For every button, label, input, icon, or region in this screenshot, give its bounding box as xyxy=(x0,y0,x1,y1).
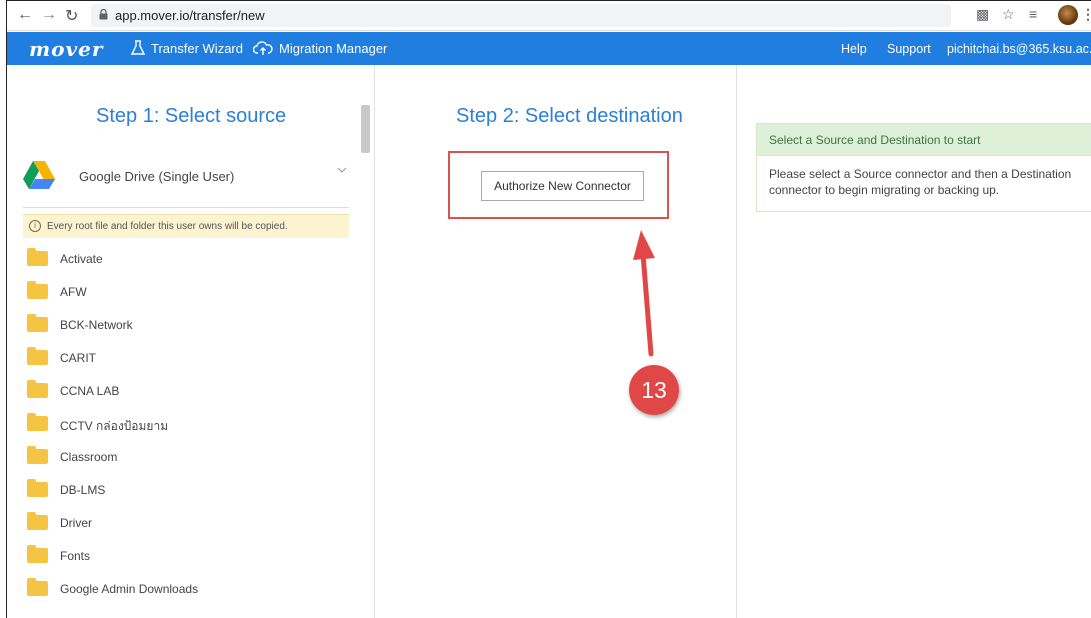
folder-item[interactable]: Classroom xyxy=(23,442,349,475)
folder-item[interactable]: CCTV กล่องป้อมยาม xyxy=(23,409,349,442)
source-connector-label: Google Drive (Single User) xyxy=(79,169,235,184)
folder-item[interactable]: Driver xyxy=(23,508,349,541)
folder-item[interactable]: DB-LMS xyxy=(23,475,349,508)
folder-item[interactable]: CARIT xyxy=(23,343,349,376)
folder-name: DB-LMS xyxy=(60,483,106,497)
step2-title: Step 2: Select destination xyxy=(456,105,683,127)
app-header: mover Transfer Wizard Migration Manager … xyxy=(7,32,1091,65)
folder-name: Google Admin Downloads xyxy=(60,582,199,596)
folder-list: Activate AFW BCK-Network CARIT CCNA LAB CCTV … xyxy=(23,244,349,607)
source-connector-select[interactable]: Google Drive (Single User) xyxy=(23,161,349,205)
folder-icon xyxy=(27,479,48,497)
folder-icon xyxy=(27,347,48,365)
kebab-menu-icon[interactable]: ⋮ xyxy=(1081,6,1091,23)
nav-transfer-wizard[interactable]: Transfer Wizard xyxy=(131,40,243,56)
folder-icon xyxy=(27,446,48,464)
info-panel: Select a Source and Destination to start… xyxy=(756,123,1091,212)
folder-icon xyxy=(27,512,48,530)
profile-avatar[interactable] xyxy=(1058,5,1078,25)
browser-window: ← → ↻ app.mover.io/transfer/new ▩ ☆ ≡ ⋮ … xyxy=(6,0,1091,618)
nav-transfer-wizard-label: Transfer Wizard xyxy=(151,40,243,56)
lock-icon xyxy=(99,9,108,20)
folder-icon xyxy=(27,380,48,398)
copy-notice: i Every root file and folder this user o… xyxy=(23,214,349,238)
folder-icon xyxy=(27,248,48,266)
google-drive-icon xyxy=(23,161,55,189)
nav-migration-manager[interactable]: Migration Manager xyxy=(253,40,387,56)
folder-icon xyxy=(27,314,48,332)
browser-toolbar: ← → ↻ app.mover.io/transfer/new ▩ ☆ ≡ ⋮ xyxy=(7,1,1091,31)
star-icon[interactable]: ☆ xyxy=(1002,6,1015,23)
folder-item[interactable]: BCK-Network xyxy=(23,310,349,343)
folder-icon xyxy=(27,413,48,431)
folder-name: CARIT xyxy=(60,351,96,365)
info-panel-body: Please select a Source connector and the… xyxy=(769,167,1072,197)
folder-name: AFW xyxy=(60,285,87,299)
flask-icon xyxy=(131,40,145,55)
user-account-link[interactable]: pichitchai.bs@365.ksu.ac.th xyxy=(947,42,1091,56)
cloud-upload-icon xyxy=(253,41,273,55)
help-link[interactable]: Help xyxy=(841,42,867,56)
back-arrow-icon[interactable]: ← xyxy=(17,6,33,24)
info-panel-header-text: Select a Source and Destination to start xyxy=(769,133,981,147)
folder-icon xyxy=(27,578,48,596)
folder-name: Activate xyxy=(60,252,103,266)
mover-logo[interactable]: mover xyxy=(29,37,103,61)
step1-title: Step 1: Select source xyxy=(96,105,287,127)
scrollbar-thumb[interactable] xyxy=(361,105,370,153)
support-link[interactable]: Support xyxy=(887,42,931,56)
folder-item[interactable]: CCNA LAB xyxy=(23,376,349,409)
url-text: app.mover.io/transfer/new xyxy=(115,8,265,23)
folder-icon xyxy=(27,545,48,563)
info-panel-header: Select a Source and Destination to start xyxy=(757,124,1091,156)
folder-item[interactable]: Activate xyxy=(23,244,349,277)
nav-migration-manager-label: Migration Manager xyxy=(279,40,388,56)
folder-name: BCK-Network xyxy=(60,318,133,332)
folder-name: CCNA LAB xyxy=(60,384,120,398)
folder-icon xyxy=(27,281,48,299)
translate-icon[interactable]: ▩ xyxy=(976,6,989,23)
folder-name: CCTV กล่องป้อมยาม xyxy=(60,419,169,433)
folder-item[interactable]: AFW xyxy=(23,277,349,310)
annotation-arrow xyxy=(633,230,655,357)
forward-arrow-icon[interactable]: → xyxy=(41,6,57,24)
folder-name: Driver xyxy=(60,516,92,530)
chevron-down-icon[interactable] xyxy=(337,165,347,175)
folder-name: Classroom xyxy=(60,450,118,464)
info-icon: i xyxy=(29,220,41,232)
divider xyxy=(23,207,349,208)
annotation-step-badge: 13 xyxy=(629,365,679,415)
reload-icon[interactable]: ↻ xyxy=(65,6,78,26)
folder-item[interactable]: Fonts xyxy=(23,541,349,574)
address-bar[interactable]: app.mover.io/transfer/new xyxy=(91,4,951,27)
copy-notice-text: Every root file and folder this user own… xyxy=(47,221,288,232)
reading-list-icon[interactable]: ≡ xyxy=(1029,6,1037,22)
folder-name: Fonts xyxy=(60,549,91,563)
folder-item[interactable]: Google Admin Downloads xyxy=(23,574,349,607)
authorize-new-connector-button[interactable]: Authorize New Connector xyxy=(481,171,644,201)
